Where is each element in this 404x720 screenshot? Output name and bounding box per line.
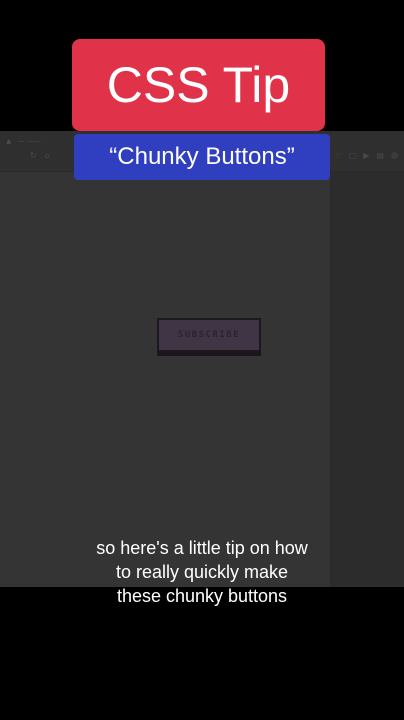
tab-strip: ▲ — —— bbox=[6, 135, 41, 147]
reading-list-icon[interactable]: ▤ bbox=[376, 151, 384, 160]
media-icon[interactable]: ▶ bbox=[363, 151, 369, 160]
browser-window: ▲ — —— ↻ ⌂ ☆ ▢ ▶ ▤ SUBSCRIBE bbox=[0, 131, 404, 587]
tab-favicon-icon: ▲ bbox=[6, 137, 12, 145]
star-icon[interactable]: ☆ bbox=[335, 151, 342, 160]
title-badge: CSS Tip bbox=[72, 39, 325, 131]
caption-line: so here's a little tip on how bbox=[96, 538, 308, 558]
home-icon[interactable]: ⌂ bbox=[45, 151, 50, 160]
caption-line: these chunky buttons bbox=[116, 586, 288, 606]
devtools-panel bbox=[330, 172, 404, 587]
subscribe-button[interactable]: SUBSCRIBE bbox=[157, 318, 261, 352]
caption-line: to really quickly make bbox=[115, 562, 289, 582]
extension-bar: ☆ ▢ ▶ ▤ bbox=[335, 151, 398, 160]
subtitle-badge: “Chunky Buttons” bbox=[74, 134, 330, 180]
page-viewport: SUBSCRIBE bbox=[0, 172, 330, 587]
profile-avatar[interactable] bbox=[391, 152, 398, 159]
caption: so here's a little tip on how to really … bbox=[40, 536, 364, 608]
reload-icon[interactable]: ↻ bbox=[30, 151, 37, 160]
extension-icon[interactable]: ▢ bbox=[349, 151, 357, 160]
browser-tab[interactable]: — —— bbox=[17, 137, 40, 145]
nav-controls: ↻ ⌂ bbox=[30, 151, 50, 160]
